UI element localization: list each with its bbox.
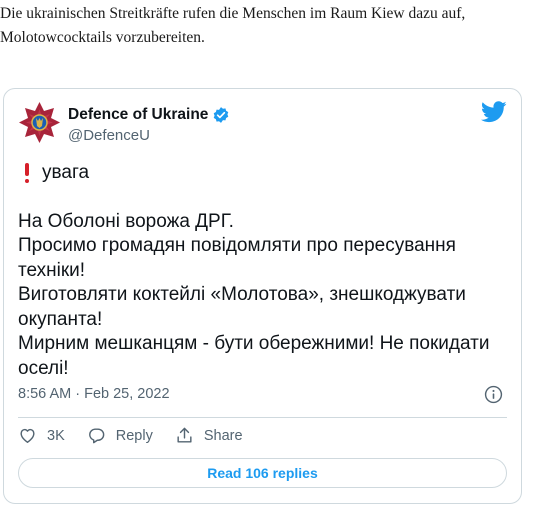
display-name[interactable]: Defence of Ukraine [68,106,230,124]
read-replies-button[interactable]: Read 106 replies [18,458,507,488]
share-button[interactable]: Share [175,426,243,445]
tweet-timestamp[interactable]: 8:56 AM · Feb 25, 2022 [18,386,170,402]
warning-label: увага [42,162,90,183]
verified-badge-icon [214,107,229,123]
like-count: 3K [47,427,65,444]
tweet-body: увага На Оболоні ворожа ДРГ. Просимо гро… [18,161,508,381]
tweet-line-3: Виготовляти коктейлі «Молотова», знешкод… [18,284,466,330]
user-handle[interactable]: @DefenceU [68,127,150,144]
like-button[interactable]: 3K [18,426,65,445]
red-exclamation-icon [25,163,29,184]
tweet-actions: 3K Reply Share [18,426,265,445]
info-icon[interactable] [484,385,503,404]
read-replies-label: Read 106 replies [207,465,318,481]
share-label: Share [203,427,243,444]
warning-line: увага [18,161,508,186]
tweet-line-1: На Оболоні ворожа ДРГ. [18,210,234,232]
speech-bubble-icon [88,428,105,444]
avatar[interactable] [16,99,63,146]
share-upload-icon [177,427,192,443]
reply-button[interactable]: Reply [87,426,153,445]
divider [18,417,507,418]
twitter-bird-icon[interactable] [481,101,507,123]
ukraine-armed-forces-emblem-icon [16,99,63,146]
article-paragraph: Die ukrainischen Streitkräfte rufen die … [0,5,466,46]
reply-label: Reply [115,427,153,444]
heart-icon [20,428,35,443]
tweet-line-4: Мирним мешканцям - бути обережними! Не п… [18,333,490,379]
tweet-line-2: Просимо громадян повідомляти про пересув… [18,235,456,281]
display-name-text: Defence of Ukraine [68,106,209,123]
tweet-card[interactable]: Defence of Ukraine @DefenceU увага На Об… [3,88,522,504]
